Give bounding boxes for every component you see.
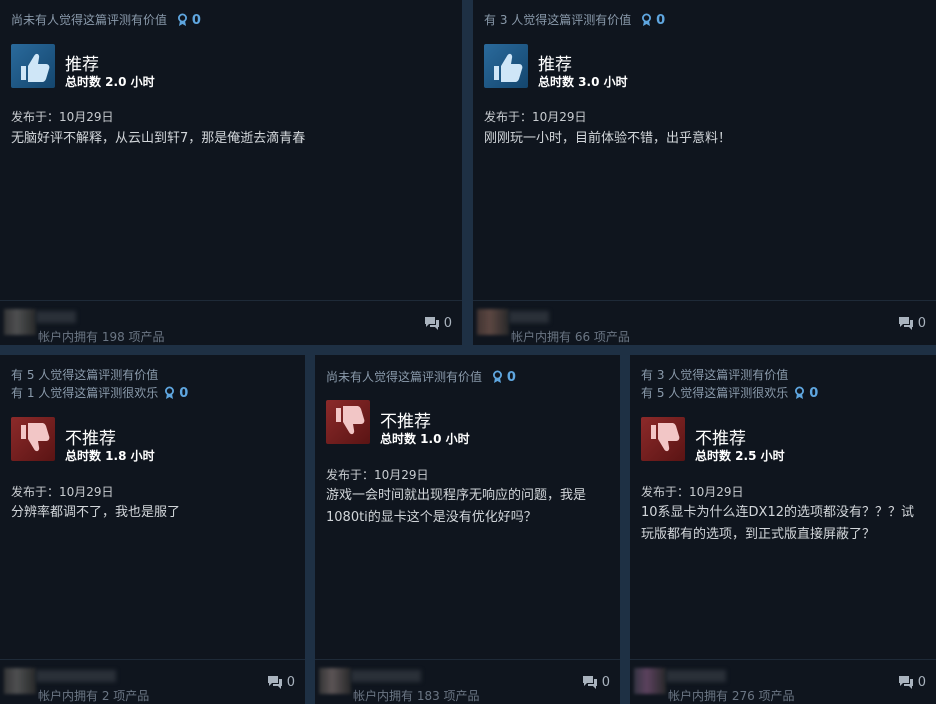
award-icon [492, 370, 502, 383]
playtime-hours: 总时数 3.0 小时 [538, 75, 628, 89]
review-verdict: 推荐 [538, 55, 572, 75]
products-owned: 帐户内拥有 276 项产品 [668, 689, 795, 703]
avatar[interactable] [319, 668, 351, 694]
helpful-line: 有 5 人觉得这篇评测有价值 [11, 368, 159, 382]
thumbs-down-icon [326, 400, 370, 444]
review-footer: 帐户内拥有 66 项产品 0 [473, 300, 936, 345]
comment-count[interactable]: 0 [424, 316, 452, 331]
review-content[interactable]: 游戏一会时间就出现程序无响应的问题，我是1080ti的显卡这个是没有优化好吗？ [326, 485, 611, 529]
helpful-text: 有 5 人觉得这篇评测有价值 有 1 人觉得这篇评测很欢乐 0 [11, 366, 188, 403]
comment-icon [424, 317, 439, 330]
award-count[interactable]: 0 [492, 369, 516, 387]
username-blurred[interactable] [509, 311, 549, 323]
review-verdict: 推荐 [65, 55, 99, 75]
award-icon [177, 13, 187, 26]
helpful-line: 有 1 人觉得这篇评测很欢乐 [11, 386, 159, 400]
avatar[interactable] [634, 668, 666, 694]
helpful-line: 尚未有人觉得这篇评测有价值 [11, 13, 168, 27]
comment-count[interactable]: 0 [582, 675, 610, 690]
award-icon [795, 386, 805, 399]
username-blurred[interactable] [36, 311, 76, 323]
avatar[interactable] [4, 309, 36, 335]
playtime-hours: 总时数 2.5 小时 [695, 449, 785, 463]
review-content[interactable]: 10系显卡为什么连DX12的选项都没有？？？试玩版都有的选项，到正式版直接屏蔽了… [641, 502, 926, 546]
review-verdict: 不推荐 [65, 429, 116, 449]
comment-icon [898, 317, 913, 330]
review-verdict: 不推荐 [695, 429, 746, 449]
products-owned: 帐户内拥有 183 项产品 [353, 689, 480, 703]
helpful-text: 尚未有人觉得这篇评测有价值 0 [326, 368, 516, 387]
products-owned: 帐户内拥有 198 项产品 [38, 330, 165, 344]
products-owned: 帐户内拥有 2 项产品 [38, 689, 150, 703]
thumbs-down-icon [11, 417, 55, 461]
award-count[interactable]: 0 [177, 12, 201, 30]
award-icon [642, 13, 652, 26]
thumbs-up-icon [11, 44, 55, 88]
review-card[interactable]: 有 3 人觉得这篇评测有价值 有 5 人觉得这篇评测很欢乐 0 不推荐 总时数 2… [630, 355, 936, 704]
review-footer: 帐户内拥有 198 项产品 0 [0, 300, 462, 345]
review-content[interactable]: 分辨率都调不了，我也是服了 [11, 502, 296, 524]
username-blurred[interactable] [36, 670, 116, 682]
posted-date: 发布于：10月29日 [11, 110, 114, 124]
review-card[interactable]: 有 5 人觉得这篇评测有价值 有 1 人觉得这篇评测很欢乐 0 不推荐 总时数 1… [0, 355, 305, 704]
review-content[interactable]: 无脑好评不解释，从云山到轩7，那是俺逝去滴青春 [11, 128, 451, 150]
helpful-line: 有 5 人觉得这篇评测很欢乐 [641, 386, 789, 400]
comment-icon [267, 676, 282, 689]
award-icon [165, 386, 175, 399]
avatar[interactable] [4, 668, 36, 694]
review-content[interactable]: 刚刚玩一小时，目前体验不错，出乎意料！ [484, 128, 924, 150]
review-footer: 帐户内拥有 2 项产品 0 [0, 659, 305, 704]
thumbs-up-icon [484, 44, 528, 88]
helpful-text: 尚未有人觉得这篇评测有价值 0 [11, 11, 201, 30]
posted-date: 发布于：10月29日 [484, 110, 587, 124]
helpful-text: 有 3 人觉得这篇评测有价值 有 5 人觉得这篇评测很欢乐 0 [641, 366, 818, 403]
comment-icon [582, 676, 597, 689]
avatar[interactable] [477, 309, 509, 335]
username-blurred[interactable] [666, 670, 726, 682]
helpful-line: 有 3 人觉得这篇评测有价值 [484, 13, 632, 27]
helpful-line: 有 3 人觉得这篇评测有价值 [641, 368, 789, 382]
award-count[interactable]: 0 [794, 385, 818, 403]
comment-count[interactable]: 0 [898, 675, 926, 690]
posted-date: 发布于：10月29日 [326, 468, 429, 482]
playtime-hours: 总时数 2.0 小时 [65, 75, 155, 89]
helpful-line: 尚未有人觉得这篇评测有价值 [326, 370, 483, 384]
review-footer: 帐户内拥有 276 项产品 0 [630, 659, 936, 704]
thumbs-down-icon [641, 417, 685, 461]
products-owned: 帐户内拥有 66 项产品 [511, 330, 630, 344]
review-verdict: 不推荐 [380, 412, 431, 432]
posted-date: 发布于：10月29日 [641, 485, 744, 499]
posted-date: 发布于：10月29日 [11, 485, 114, 499]
username-blurred[interactable] [351, 670, 421, 682]
review-card[interactable]: 尚未有人觉得这篇评测有价值 0 不推荐 总时数 1.0 小时 发布于：10月29… [315, 355, 620, 704]
comment-count[interactable]: 0 [898, 316, 926, 331]
review-card[interactable]: 尚未有人觉得这篇评测有价值 0 推荐 总时数 2.0 小时 发布于：10月29日… [0, 0, 462, 345]
playtime-hours: 总时数 1.0 小时 [380, 432, 470, 446]
playtime-hours: 总时数 1.8 小时 [65, 449, 155, 463]
award-count[interactable]: 0 [164, 385, 188, 403]
review-card[interactable]: 有 3 人觉得这篇评测有价值 0 推荐 总时数 3.0 小时 发布于：10月29… [473, 0, 936, 345]
comment-count[interactable]: 0 [267, 675, 295, 690]
award-count[interactable]: 0 [641, 12, 665, 30]
helpful-text: 有 3 人觉得这篇评测有价值 0 [484, 11, 665, 30]
review-footer: 帐户内拥有 183 项产品 0 [315, 659, 620, 704]
comment-icon [898, 676, 913, 689]
